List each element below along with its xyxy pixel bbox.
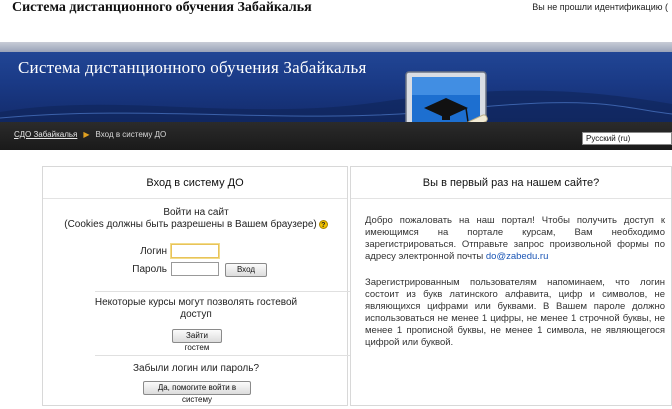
signup-panel-heading: Вы в первый раз на нашем сайте? bbox=[351, 167, 671, 199]
email-link[interactable]: do@zabedu.ru bbox=[486, 251, 548, 262]
username-label: Логин bbox=[140, 246, 167, 257]
navigation-bar: СДО Забайкалья ▶ Вход в систему ДО bbox=[0, 122, 672, 150]
guest-access-text-line1: Некоторые курсы могут позволять гостевой bbox=[94, 297, 298, 308]
login-intro-line2: (Cookies должны быть разрешены в Вашем б… bbox=[64, 219, 317, 230]
guest-access-text-line2: доступ bbox=[180, 309, 212, 320]
password-label: Пароль bbox=[132, 264, 167, 275]
login-rules-paragraph: Зарегистрированным пользователям напомин… bbox=[365, 277, 665, 348]
help-icon[interactable]: ? bbox=[318, 219, 328, 229]
language-select[interactable]: Русский (ru) bbox=[582, 132, 672, 145]
login-status: Вы не прошли идентификацию ( bbox=[532, 2, 668, 12]
login-intro-line1: Войти на сайт bbox=[163, 207, 229, 218]
breadcrumb: СДО Забайкалья ▶ Вход в систему ДО bbox=[14, 130, 166, 139]
login-button[interactable]: Вход bbox=[225, 263, 267, 277]
banner-title: Система дистанционного обучения Забайкал… bbox=[18, 58, 367, 77]
signup-panel: Вы в первый раз на нашем сайте? Добро по… bbox=[350, 166, 672, 406]
section-divider bbox=[95, 355, 357, 356]
header-banner: Система дистанционного обучения Забайкал… bbox=[0, 42, 672, 122]
monitor-graduation-icon bbox=[405, 71, 488, 122]
username-input[interactable] bbox=[171, 244, 219, 258]
site-title: Система дистанционного обучения Забайкал… bbox=[12, 0, 312, 15]
login-intro-line2-wrapper: (Cookies должны быть разрешены в Вашем б… bbox=[43, 219, 349, 230]
login-panel: Вход в систему ДО Войти на сайт (Cookies… bbox=[42, 166, 357, 406]
guest-login-button[interactable]: Зайти гостем bbox=[172, 329, 222, 352]
breadcrumb-home-link[interactable]: СДО Забайкалья bbox=[14, 130, 77, 139]
section-divider bbox=[95, 291, 357, 292]
forgot-password-button[interactable]: Да, помогите войти в систему bbox=[143, 381, 251, 404]
welcome-paragraph: Добро пожаловать на наш портал! Чтобы по… bbox=[365, 215, 665, 263]
top-bar: Система дистанционного обучения Забайкал… bbox=[0, 0, 672, 42]
forgot-password-text: Забыли логин или пароль? bbox=[132, 363, 260, 374]
login-panel-heading: Вход в систему ДО bbox=[43, 167, 347, 199]
password-input[interactable] bbox=[171, 262, 219, 276]
banner-strip bbox=[0, 42, 672, 52]
breadcrumb-current: Вход в систему ДО bbox=[95, 130, 167, 139]
breadcrumb-arrow-icon: ▶ bbox=[83, 130, 90, 139]
banner-wave-decoration bbox=[0, 90, 672, 122]
